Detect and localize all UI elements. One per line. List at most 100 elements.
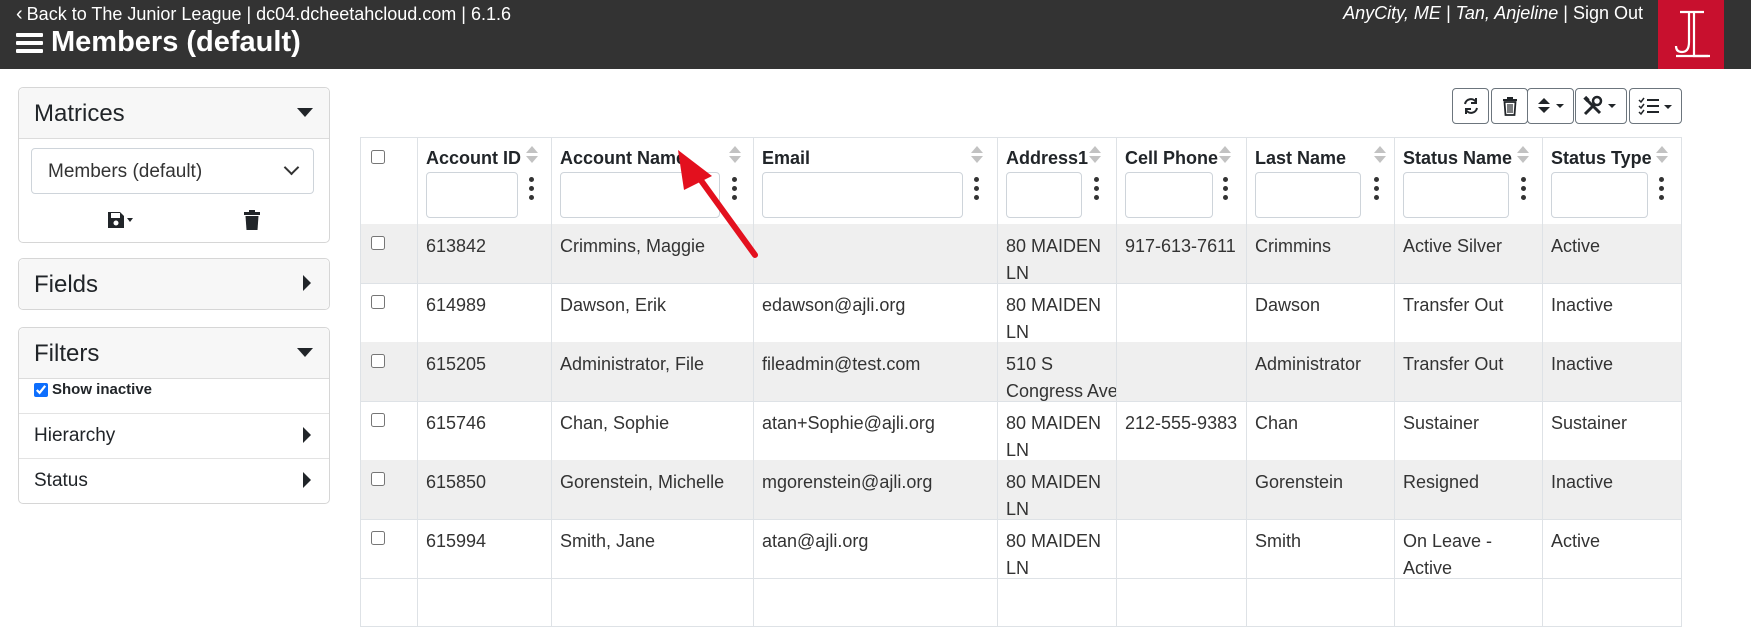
cell-account-id: 615850 [426, 472, 487, 492]
sort-icon[interactable] [1219, 146, 1231, 163]
sort-icon[interactable] [1517, 146, 1529, 163]
cell-last-name: Administrator [1255, 354, 1362, 374]
sort-icon[interactable] [526, 146, 538, 163]
caret-right-icon [303, 472, 311, 488]
table-row[interactable]: 615746 Chan, Sophie atan+Sophie@ajli.org 80… [361, 401, 1681, 461]
table-row[interactable]: 615205 Administrator, File fileadmin@test.… [361, 342, 1681, 402]
filter-input-status-type[interactable] [1551, 172, 1648, 218]
table-row[interactable]: 615850 Gorenstein, Michelle mgorenstein@aj… [361, 460, 1681, 520]
row-checkbox[interactable] [371, 236, 385, 250]
cell-email: mgorenstein@ajli.org [762, 472, 933, 492]
cell-status-type: Inactive [1551, 472, 1614, 492]
delete-button[interactable] [1491, 88, 1528, 124]
column-menu-icon[interactable] [1521, 177, 1527, 203]
show-inactive-checkbox[interactable] [34, 382, 48, 397]
column-header-email[interactable]: Email [762, 148, 810, 169]
cell-last-name: Crimmins [1255, 236, 1331, 256]
filters-title: Filters [34, 340, 100, 367]
column-menu-icon[interactable] [1223, 177, 1229, 203]
refresh-icon [1463, 98, 1478, 114]
cell-status-type: Inactive [1551, 354, 1614, 374]
column-menu-icon[interactable] [529, 177, 535, 203]
fields-panel: Fields [18, 258, 330, 310]
row-checkbox[interactable] [371, 531, 385, 545]
filter-input-last-name[interactable] [1255, 172, 1361, 218]
chevron-left-icon: ‹ [16, 3, 23, 25]
fields-header[interactable]: Fields [19, 259, 329, 309]
save-icon [108, 212, 133, 228]
cell-status-name: Sustainer [1403, 413, 1480, 433]
table-row[interactable]: 614989 Dawson, Erik edawson@ajli.org 80 MAI… [361, 283, 1681, 343]
row-checkbox[interactable] [371, 354, 385, 368]
filter-input-status-name[interactable] [1403, 172, 1509, 218]
column-menu-icon[interactable] [1659, 177, 1665, 203]
matrices-header[interactable]: Matrices [19, 88, 329, 139]
filter-status[interactable]: Status [19, 458, 329, 503]
sign-out-link[interactable]: Sign Out [1573, 3, 1643, 23]
column-menu-icon[interactable] [1094, 177, 1100, 203]
junior-league-logo[interactable] [1658, 0, 1724, 69]
caret-right-icon [303, 275, 311, 291]
cell-email: atan@ajli.org [762, 531, 869, 551]
sort-dropdown-button[interactable] [1527, 88, 1574, 124]
column-header-account-name[interactable]: Account Name [560, 148, 686, 169]
row-checkbox[interactable] [371, 295, 385, 309]
sort-icon[interactable] [1656, 146, 1668, 163]
row-checkbox[interactable] [371, 413, 385, 427]
checklist-icon [1637, 97, 1672, 116]
cell-address1: 80 MAIDEN LN [1006, 531, 1102, 578]
column-header-cell-phone[interactable]: Cell Phone [1125, 148, 1218, 169]
show-inactive-toggle[interactable]: Show inactive [34, 381, 152, 398]
column-header-status-name[interactable]: Status Name [1403, 148, 1512, 169]
sort-icon[interactable] [1374, 146, 1386, 163]
cell-account-name: Dawson, Erik [560, 295, 667, 315]
table-row[interactable]: 615994 Smith, Jane atan@ajli.org 80 MAIDEN L… [361, 519, 1681, 579]
back-link[interactable]: ‹ Back to The Junior League | dc04.dcheet… [16, 3, 511, 26]
column-header-last-name[interactable]: Last Name [1255, 148, 1346, 169]
column-chooser-button[interactable] [1629, 88, 1682, 124]
location-user-text[interactable]: AnyCity, ME | Tan, Anjeline [1343, 3, 1558, 23]
cell-last-name: Gorenstein [1255, 472, 1344, 492]
page-title: Members (default) [51, 26, 301, 58]
cell-account-name: Chan, Sophie [560, 413, 670, 433]
cell-last-name: Chan [1255, 413, 1299, 433]
tools-icon [1583, 95, 1616, 116]
refresh-button[interactable] [1452, 88, 1489, 124]
sort-icon[interactable] [971, 146, 983, 163]
cell-status-name: Transfer Out [1403, 354, 1504, 374]
caret-down-icon [297, 348, 313, 357]
menu-icon[interactable] [16, 32, 43, 54]
cell-last-name: Smith [1255, 531, 1302, 551]
row-checkbox[interactable] [371, 472, 385, 486]
trash-icon [244, 210, 260, 230]
table-row[interactable]: 613842 Crimmins, Maggie 80 MAIDEN LN 917-613… [361, 224, 1681, 284]
filter-hierarchy[interactable]: Hierarchy [19, 413, 329, 458]
cell-cell-phone: 212-555-9383 [1125, 413, 1238, 433]
cell-account-name: Administrator, File [560, 354, 705, 374]
filters-header[interactable]: Filters [19, 328, 329, 379]
tools-dropdown-button[interactable] [1575, 88, 1627, 124]
column-header-account-id[interactable]: Account ID [426, 148, 521, 169]
column-menu-icon[interactable] [974, 177, 980, 203]
cell-last-name: Dawson [1255, 295, 1321, 315]
cell-address1: 80 MAIDEN LN [1006, 413, 1102, 460]
column-menu-icon[interactable] [1374, 177, 1380, 203]
cell-address1: 80 MAIDEN LN [1006, 236, 1102, 283]
column-header-address1[interactable]: Address1 [1006, 148, 1088, 169]
trash-icon [1502, 97, 1517, 116]
cell-email: atan+Sophie@ajli.org [762, 413, 935, 433]
delete-matrix-button[interactable] [237, 206, 267, 234]
grid-header: Account ID Account Name Email Address1 C… [361, 138, 1681, 225]
matrix-select[interactable]: Members (default) [31, 148, 314, 194]
save-dropdown-button[interactable] [89, 206, 139, 234]
cell-email: edawson@ajli.org [762, 295, 906, 315]
filter-input-cell-phone[interactable] [1125, 172, 1213, 218]
cell-status-name: Transfer Out [1403, 295, 1504, 315]
filter-status-label: Status [34, 470, 88, 491]
select-all-checkbox[interactable] [371, 150, 385, 164]
sort-icon[interactable] [1089, 146, 1101, 163]
filter-input-account-id[interactable] [426, 172, 518, 218]
column-header-status-type[interactable]: Status Type [1551, 148, 1652, 169]
filter-input-email[interactable] [762, 172, 963, 218]
filter-input-address1[interactable] [1006, 172, 1082, 218]
